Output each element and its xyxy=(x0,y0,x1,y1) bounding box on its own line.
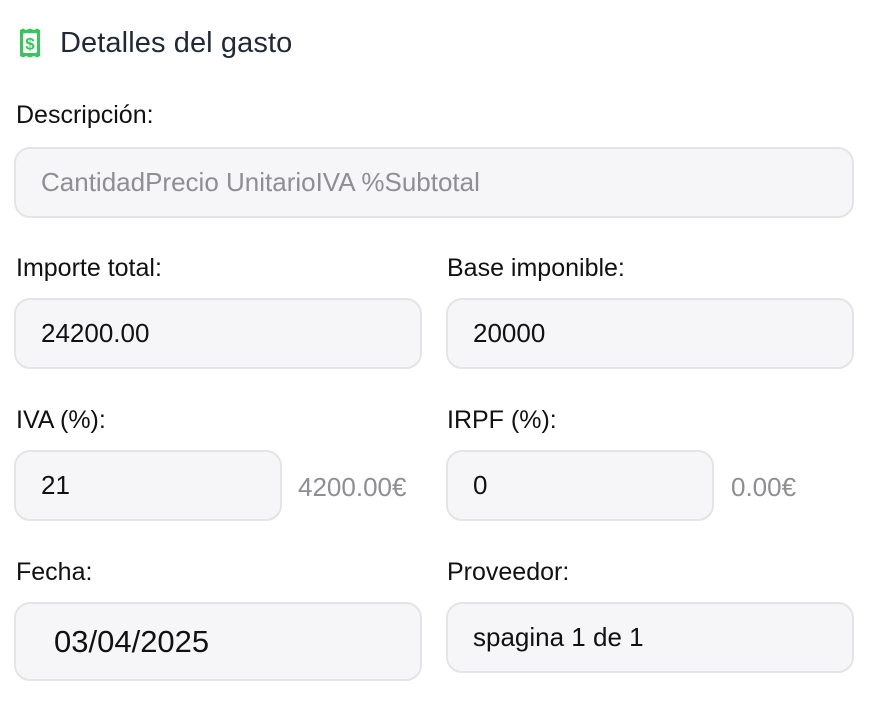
section-title: Detalles del gasto xyxy=(60,26,293,59)
importe-total-label: Importe total: xyxy=(16,254,162,282)
irpf-label: IRPF (%): xyxy=(447,406,557,434)
fecha-label: Fecha: xyxy=(16,558,93,586)
receipt-dollar-icon: $ xyxy=(16,28,44,58)
importe-total-input[interactable]: 24200.00 xyxy=(14,298,422,369)
section-header: $ Detalles del gasto xyxy=(16,24,292,62)
iva-input[interactable]: 21 xyxy=(14,450,282,521)
irpf-input[interactable]: 0 xyxy=(446,450,714,521)
descripcion-label: Descripción: xyxy=(16,101,154,129)
iva-amount: 4200.00€ xyxy=(298,472,407,502)
iva-label: IVA (%): xyxy=(16,406,106,434)
base-imponible-label: Base imponible: xyxy=(447,254,625,282)
descripcion-input[interactable]: CantidadPrecio UnitarioIVA %Subtotal xyxy=(14,147,854,218)
base-imponible-input[interactable]: 20000 xyxy=(446,298,854,369)
svg-text:$: $ xyxy=(25,35,35,54)
proveedor-label: Proveedor: xyxy=(447,558,570,586)
irpf-amount: 0.00€ xyxy=(731,472,797,502)
proveedor-input[interactable]: spagina 1 de 1 xyxy=(446,602,854,673)
fecha-input[interactable]: 03/04/2025 xyxy=(14,602,422,681)
